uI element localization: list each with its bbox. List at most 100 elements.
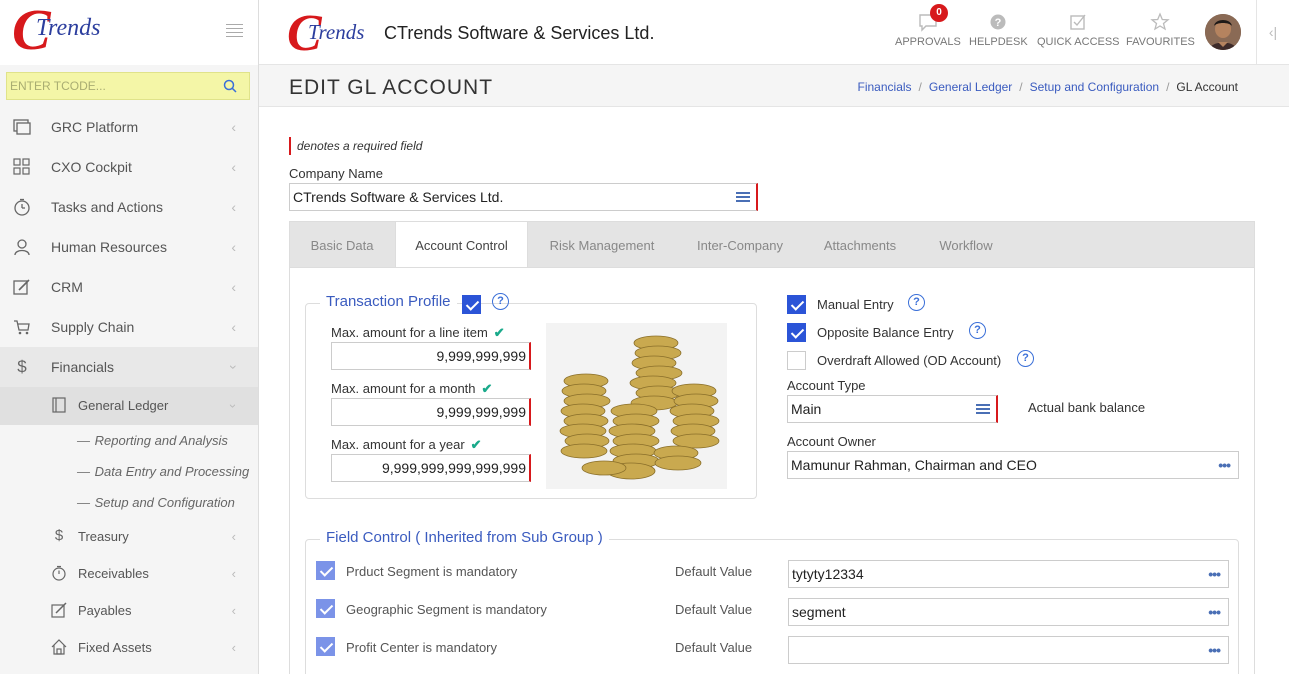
field-control-fieldset: Field Control ( Inherited from Sub Group… bbox=[305, 529, 1239, 674]
favourites-label: FAVOURITES bbox=[1126, 36, 1195, 48]
geographic-segment-checkbox[interactable] bbox=[316, 599, 335, 618]
sidebar-item-receivables[interactable]: Receivables ‹ bbox=[0, 555, 258, 592]
clock-icon bbox=[14, 198, 30, 216]
help-icon[interactable]: ? bbox=[969, 322, 986, 339]
help-circle-icon: ? bbox=[990, 14, 1006, 30]
helpdesk-button[interactable]: ? HELPDESK bbox=[969, 12, 1028, 48]
sidebar-item-label: Financials bbox=[51, 359, 115, 375]
more-icon[interactable]: ••• bbox=[1208, 561, 1221, 587]
breadcrumb-current: GL Account bbox=[1176, 80, 1238, 94]
monitor-icon bbox=[13, 119, 31, 135]
month-amount-field[interactable]: 9,999,999,999 bbox=[331, 398, 531, 426]
tcode-input[interactable] bbox=[7, 73, 217, 99]
account-type-description: Actual bank balance bbox=[1028, 400, 1146, 415]
right-panel-toggle-icon[interactable]: ‹| bbox=[1256, 0, 1289, 65]
chevron-down-icon: ‹ bbox=[223, 364, 240, 370]
sidebar-item-label: Supply Chain bbox=[51, 319, 135, 335]
help-icon[interactable]: ? bbox=[1017, 350, 1034, 367]
sidebar-item-human-resources[interactable]: Human Resources ‹ bbox=[0, 227, 258, 267]
sidebar-leaf-setup[interactable]: — Setup and Configuration bbox=[0, 487, 258, 518]
year-amount-field[interactable]: 9,999,999,999,999,999 bbox=[331, 454, 531, 482]
tab-basic-data[interactable]: Basic Data bbox=[290, 222, 394, 269]
sidebar-item-payables[interactable]: Payables ‹ bbox=[0, 592, 258, 629]
profit-center-checkbox[interactable] bbox=[316, 637, 335, 656]
sidebar-item-crm[interactable]: CRM ‹ bbox=[0, 267, 258, 307]
cart-icon bbox=[14, 320, 30, 335]
company-name-field[interactable]: CTrends Software & Services Ltd. bbox=[289, 183, 758, 211]
account-owner-value: Mamunur Rahman, Chairman and CEO bbox=[791, 457, 1037, 473]
sidebar-item-fixed-assets[interactable]: Fixed Assets ‹ bbox=[0, 629, 258, 666]
line-item-amount-field[interactable]: 9,999,999,999 bbox=[331, 342, 531, 370]
sidebar-item-label: GRC Platform bbox=[51, 119, 139, 135]
favourites-button[interactable]: FAVOURITES bbox=[1126, 12, 1195, 48]
sidebar-leaf-reporting[interactable]: — Reporting and Analysis bbox=[0, 425, 258, 456]
breadcrumb-setup[interactable]: Setup and Configuration bbox=[1030, 80, 1159, 94]
svg-text:?: ? bbox=[995, 17, 1002, 29]
profit-center-default-field[interactable]: ••• bbox=[788, 636, 1229, 664]
header-logo-text: Trends bbox=[308, 20, 365, 44]
tab-risk-management[interactable]: Risk Management bbox=[528, 222, 676, 269]
more-icon[interactable]: ••• bbox=[1208, 599, 1221, 625]
account-type-field[interactable]: Main bbox=[787, 395, 998, 423]
app-root: C Trends GRC Platform ‹ CXO Cockpit ‹ Ta… bbox=[0, 0, 1289, 674]
overdraft-checkbox[interactable] bbox=[787, 351, 806, 370]
sidebar-item-tasks-and-actions[interactable]: Tasks and Actions ‹ bbox=[0, 187, 258, 227]
tab-workflow[interactable]: Workflow bbox=[916, 222, 1016, 269]
chevron-left-icon: ‹ bbox=[231, 566, 236, 581]
tab-account-control[interactable]: Account Control bbox=[395, 222, 528, 270]
edit-icon bbox=[51, 602, 67, 618]
account-type-value: Main bbox=[791, 401, 822, 417]
help-icon[interactable]: ? bbox=[492, 293, 509, 310]
chevron-left-icon: ‹ bbox=[231, 279, 236, 295]
account-owner-field[interactable]: Mamunur Rahman, Chairman and CEO ••• bbox=[787, 451, 1239, 479]
sidebar-logo[interactable]: C Trends bbox=[0, 0, 258, 65]
star-icon bbox=[1150, 12, 1171, 31]
tab-bar: Basic Data Account Control Risk Manageme… bbox=[289, 221, 1255, 270]
user-avatar[interactable] bbox=[1205, 14, 1241, 50]
sidebar-item-grc-platform[interactable]: GRC Platform ‹ bbox=[0, 107, 258, 147]
transaction-profile-checkbox[interactable] bbox=[462, 295, 481, 314]
product-segment-default-field[interactable]: tytyty12334 ••• bbox=[788, 560, 1229, 588]
approvals-button[interactable]: 0 APPROVALS bbox=[895, 4, 961, 48]
user-icon bbox=[14, 239, 30, 256]
sidebar-item-supply-chain[interactable]: Supply Chain ‹ bbox=[0, 307, 258, 347]
tab-attachments[interactable]: Attachments bbox=[804, 222, 916, 269]
default-value-label: Default Value bbox=[675, 564, 753, 579]
sidebar-item-treasury[interactable]: $ Treasury ‹ bbox=[0, 518, 258, 555]
sidebar-item-cxo-cockpit[interactable]: CXO Cockpit ‹ bbox=[0, 147, 258, 187]
search-icon[interactable] bbox=[223, 79, 237, 93]
sidebar-item-general-ledger[interactable]: General Ledger ‹ bbox=[0, 387, 258, 425]
chevron-left-icon: ‹ bbox=[231, 529, 236, 544]
manual-entry-checkbox[interactable] bbox=[787, 295, 806, 314]
account-owner-label: Account Owner bbox=[787, 434, 876, 449]
chevron-down-icon: ‹ bbox=[223, 403, 239, 409]
geographic-segment-default-field[interactable]: segment ••• bbox=[788, 598, 1229, 626]
page-title-bar: EDIT GL ACCOUNT Financials / General Ledge… bbox=[259, 65, 1289, 107]
sidebar-nav: GRC Platform ‹ CXO Cockpit ‹ Tasks and A… bbox=[0, 107, 258, 666]
month-amount-label: Max. amount for a month ✔ bbox=[331, 381, 493, 396]
top-header: C Trends CTrends Software & Services Ltd… bbox=[259, 0, 1289, 65]
tab-inter-company[interactable]: Inter-Company bbox=[676, 222, 804, 269]
manual-entry-label: Manual Entry bbox=[817, 297, 894, 312]
sidebar-item-label: CXO Cockpit bbox=[51, 159, 132, 175]
quick-access-button[interactable]: QUICK ACCESS bbox=[1037, 12, 1120, 48]
breadcrumb-financials[interactable]: Financials bbox=[858, 80, 912, 94]
opposite-balance-checkbox[interactable] bbox=[787, 323, 806, 342]
breadcrumb-general-ledger[interactable]: General Ledger bbox=[929, 80, 1012, 94]
list-icon[interactable] bbox=[976, 404, 990, 416]
default-value-label: Default Value bbox=[675, 640, 753, 655]
default-value-label: Default Value bbox=[675, 602, 753, 617]
sidebar-item-financials[interactable]: $ Financials ‹ bbox=[0, 347, 258, 387]
sidebar-item-label: Human Resources bbox=[51, 239, 167, 255]
list-icon[interactable] bbox=[736, 192, 750, 204]
transaction-profile-legend: Transaction Profile bbox=[320, 293, 457, 310]
product-segment-checkbox[interactable] bbox=[316, 561, 335, 580]
menu-toggle-icon[interactable] bbox=[226, 24, 243, 38]
sidebar-item-label: Tasks and Actions bbox=[51, 199, 164, 215]
help-icon[interactable]: ? bbox=[908, 294, 925, 311]
more-icon[interactable]: ••• bbox=[1208, 637, 1221, 663]
product-segment-default-value: tytyty12334 bbox=[792, 566, 864, 582]
approvals-badge: 0 bbox=[930, 4, 948, 22]
sidebar-leaf-data-entry[interactable]: — Data Entry and Processing bbox=[0, 456, 258, 487]
more-icon[interactable]: ••• bbox=[1218, 452, 1231, 478]
